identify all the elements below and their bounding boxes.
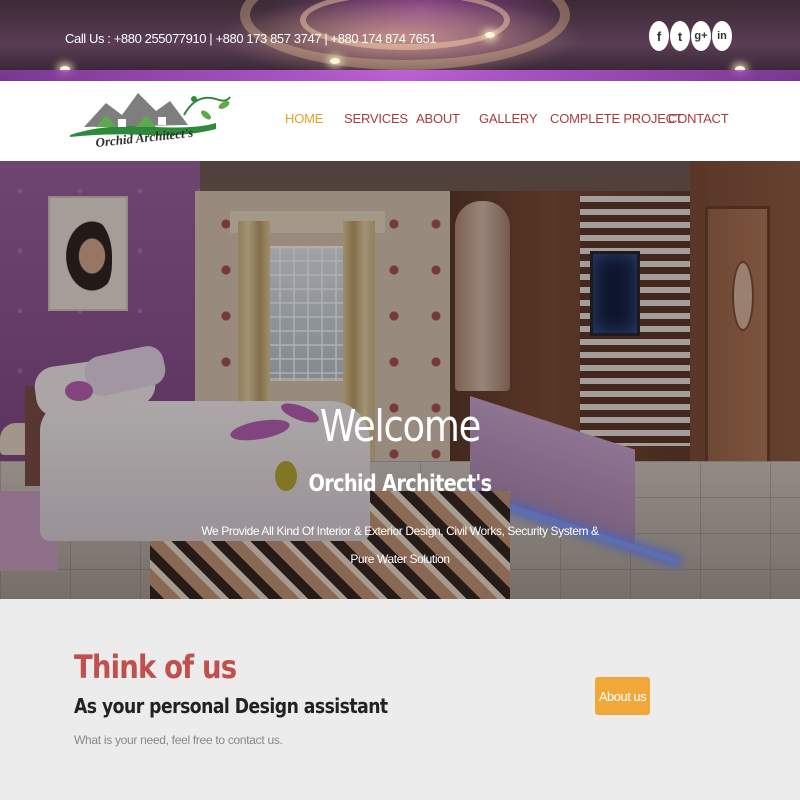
- nav-contact[interactable]: CONTACT: [668, 111, 729, 126]
- twitter-icon[interactable]: t: [670, 21, 690, 51]
- nav-about[interactable]: ABOUT: [416, 111, 460, 126]
- main-navbar: Orchid Architect's HOME SERVICES ABOUT G…: [0, 81, 800, 161]
- facebook-icon[interactable]: f: [649, 21, 669, 51]
- hero-banner: Welcome Orchid Architect's We Provide Al…: [0, 161, 800, 599]
- nav-gallery[interactable]: GALLERY: [479, 111, 538, 126]
- hero-description: We Provide All Kind Of Interior & Exteri…: [201, 524, 599, 566]
- ceiling-light: [485, 32, 495, 38]
- contact-phone-numbers: Call Us : +880 255077910 | +880 173 857 …: [65, 31, 437, 46]
- intro-text: What is your need, feel free to contact …: [74, 733, 283, 747]
- ceiling-glow: [0, 70, 800, 81]
- nav-complete-project[interactable]: COMPLETE PROJECT: [550, 111, 683, 126]
- google-plus-icon[interactable]: g+: [691, 21, 711, 51]
- hero-subtitle: Orchid Architect's: [308, 471, 492, 497]
- intro-heading: Think of us: [74, 648, 237, 686]
- about-us-button[interactable]: About us: [595, 677, 650, 715]
- orchid-architects-logo[interactable]: Orchid Architect's: [66, 85, 234, 151]
- nav-home[interactable]: HOME: [285, 111, 323, 126]
- intro-subheading: As your personal Design assistant: [74, 694, 388, 718]
- linkedin-icon[interactable]: in: [712, 21, 732, 51]
- top-bar: Call Us : +880 255077910 | +880 173 857 …: [0, 0, 800, 81]
- ceiling-light: [330, 58, 340, 64]
- hero-title: Welcome: [319, 401, 482, 452]
- nav-services[interactable]: SERVICES: [344, 111, 408, 126]
